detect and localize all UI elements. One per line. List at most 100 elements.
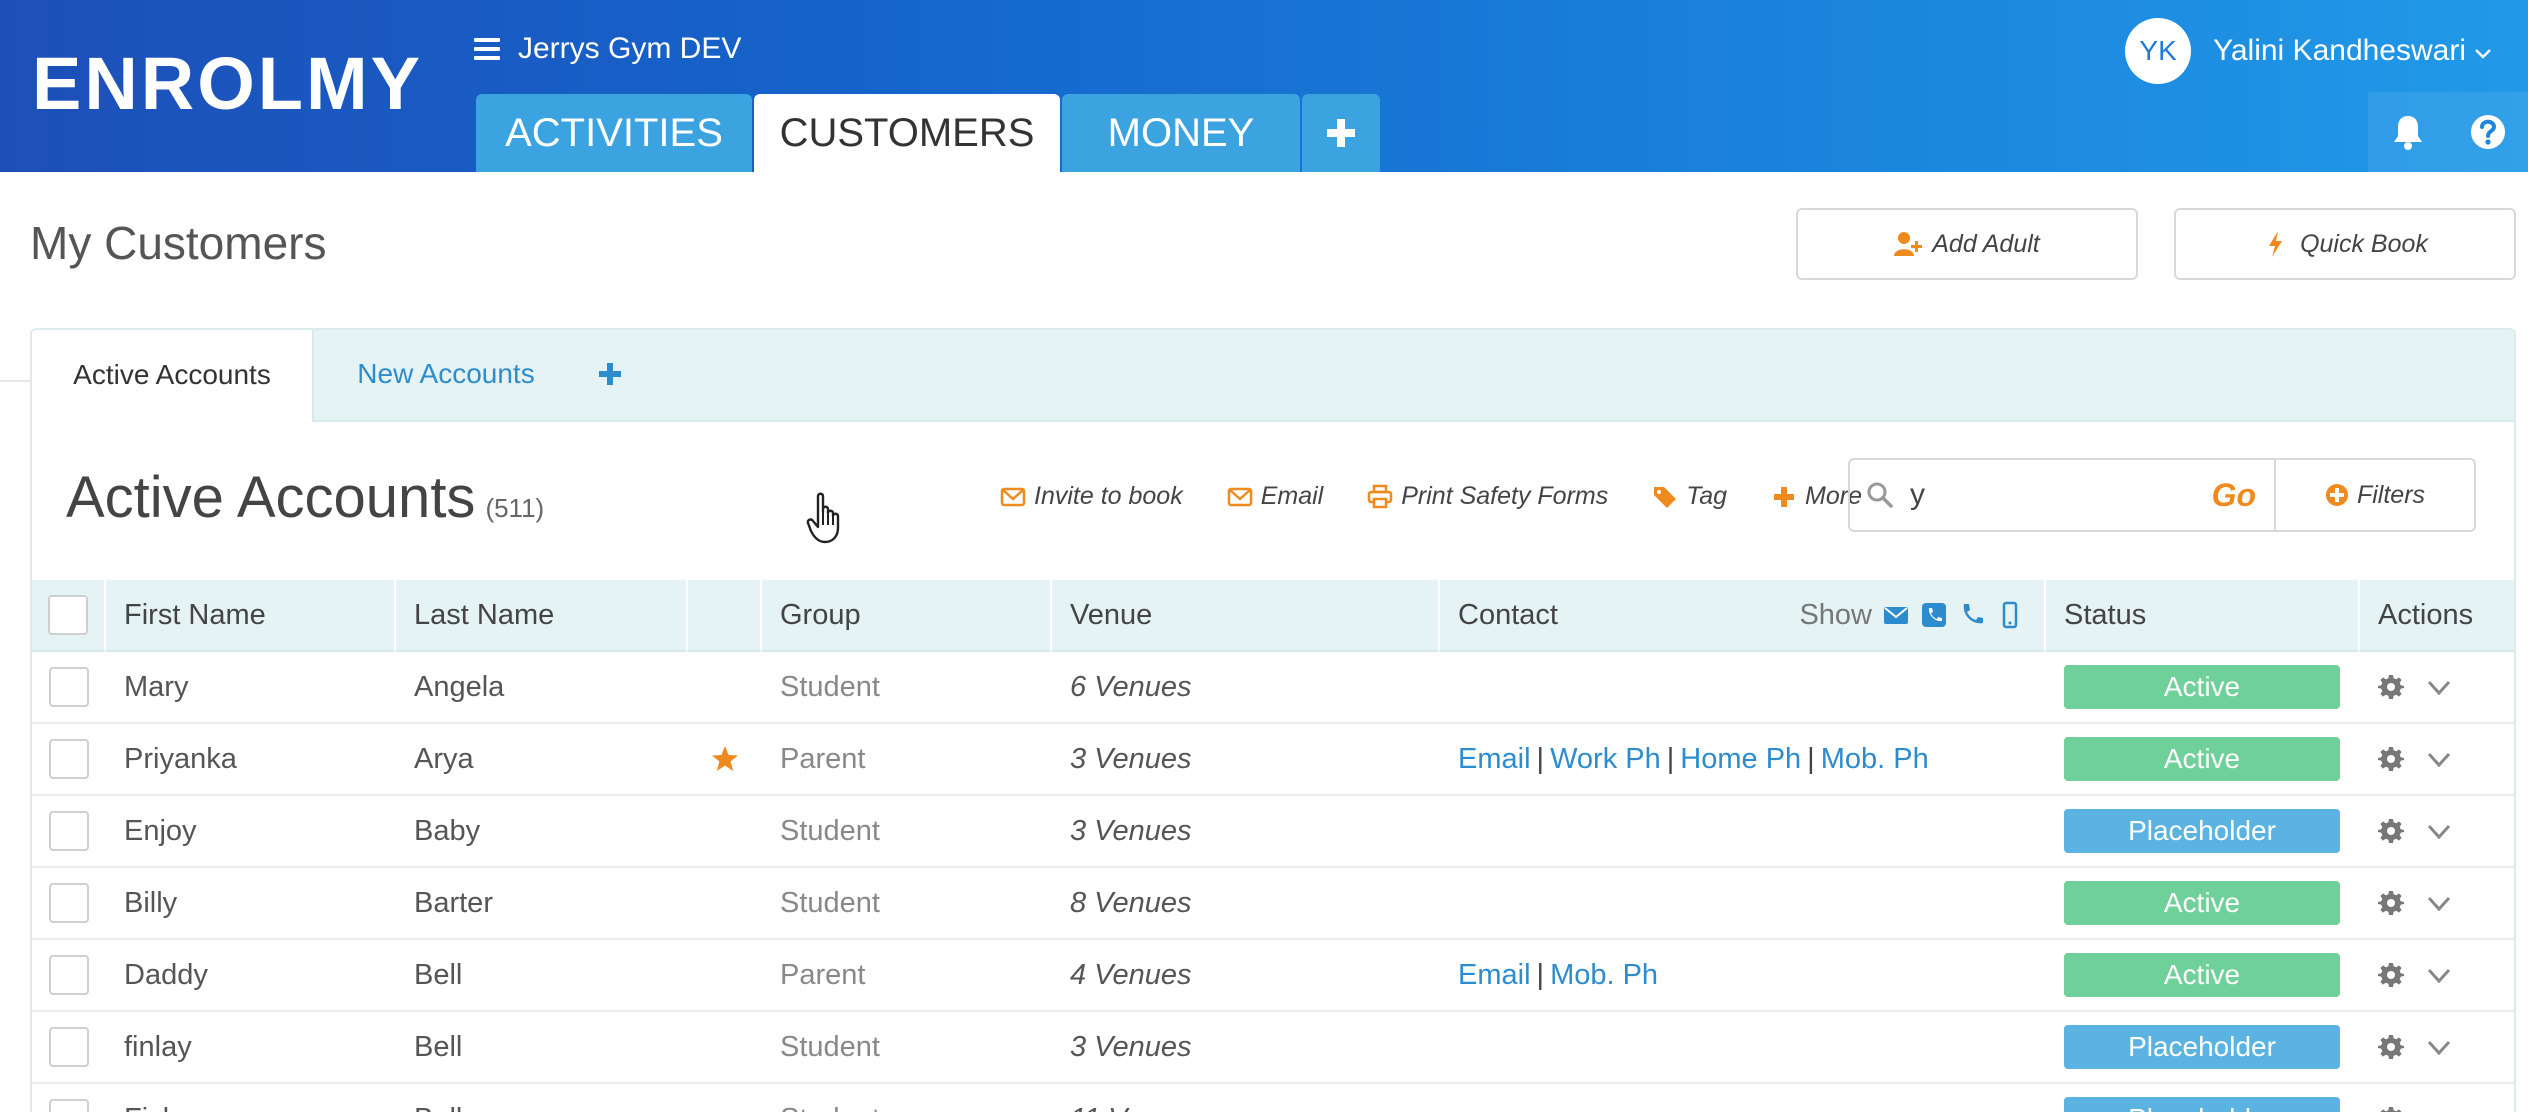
tab-new-accounts[interactable]: New Accounts xyxy=(314,330,578,420)
status-badge: Active xyxy=(2064,953,2340,997)
gear-icon[interactable] xyxy=(2378,818,2404,844)
chevron-down-icon[interactable] xyxy=(2426,962,2452,988)
venue-cell[interactable]: 4 Venues xyxy=(1052,939,1440,1011)
tab-active-accounts[interactable]: Active Accounts xyxy=(32,330,314,422)
gear-icon[interactable] xyxy=(2378,1034,2404,1060)
first-name-cell[interactable]: Priyanka xyxy=(106,723,396,795)
contact-show-toggles: Show xyxy=(1799,599,2044,632)
row-checkbox[interactable] xyxy=(49,883,89,923)
gear-icon[interactable] xyxy=(2378,962,2404,988)
row-checkbox[interactable] xyxy=(49,667,89,707)
contact-link[interactable]: Email xyxy=(1458,959,1531,992)
table-header: First Name Last Name Group Venue Contact… xyxy=(32,579,2514,652)
last-name-cell[interactable]: Arya xyxy=(396,723,688,795)
envelope-icon[interactable] xyxy=(1882,601,1910,629)
tab-customers[interactable]: CUSTOMERS xyxy=(754,94,1060,172)
org-selector[interactable]: Jerrys Gym DEV xyxy=(474,32,741,66)
add-adult-button[interactable]: Add Adult xyxy=(1796,208,2138,280)
last-name-cell[interactable]: Angela xyxy=(396,651,688,723)
gear-icon[interactable] xyxy=(2378,890,2404,916)
chevron-down-icon[interactable] xyxy=(2426,818,2452,844)
col-status[interactable]: Status xyxy=(2046,579,2360,651)
status-cell: Active xyxy=(2046,867,2360,939)
row-checkbox[interactable] xyxy=(49,955,89,995)
table-row[interactable]: finlay Bell Student 3 Venues Placeholder xyxy=(32,1011,2514,1084)
contact-link[interactable]: Mob. Ph xyxy=(1821,743,1929,776)
account-count: (511) xyxy=(485,493,545,523)
gear-icon[interactable] xyxy=(2378,674,2404,700)
first-name-cell[interactable]: Daddy xyxy=(106,939,396,1011)
phone-icon[interactable] xyxy=(1958,601,1986,629)
gear-icon[interactable] xyxy=(2378,746,2404,772)
table-row[interactable]: Enjoy Baby Student 3 Venues Placeholder xyxy=(32,795,2514,868)
invite-label: Invite to book xyxy=(1034,482,1183,510)
add-list-tab-button[interactable] xyxy=(578,330,642,420)
chevron-down-icon[interactable] xyxy=(2426,890,2452,916)
table-row[interactable]: FishyBell Student11 Venues Placeholder xyxy=(32,1083,2514,1112)
tab-money[interactable]: MONEY xyxy=(1062,94,1300,172)
tag-button[interactable]: Tag xyxy=(1652,482,1727,511)
chevron-down-icon[interactable] xyxy=(2426,746,2452,772)
add-adult-label: Add Adult xyxy=(1932,229,2040,258)
invite-to-book-button[interactable]: Invite to book xyxy=(1000,482,1183,511)
email-button[interactable]: Email xyxy=(1227,482,1323,511)
table-row[interactable]: Mary Angela Student 6 Venues Active xyxy=(32,651,2514,724)
table-row[interactable]: Priyanka Arya Parent 3 Venues Email | Work Ph |… xyxy=(32,723,2514,796)
star-icon[interactable] xyxy=(710,744,740,774)
first-name-cell[interactable]: Enjoy xyxy=(106,795,396,867)
table-row[interactable]: Billy Barter Student 8 Venues Active xyxy=(32,867,2514,940)
last-name-cell[interactable]: Bell xyxy=(396,939,688,1011)
contact-cell xyxy=(1440,795,2046,867)
print-safety-forms-button[interactable]: Print Safety Forms xyxy=(1367,482,1608,511)
chevron-down-icon[interactable] xyxy=(2426,674,2452,700)
first-name-cell[interactable]: Mary xyxy=(106,651,396,723)
quick-book-button[interactable]: Quick Book xyxy=(2174,208,2516,280)
contact-link[interactable]: Mob. Ph xyxy=(1550,959,1658,992)
chevron-down-icon[interactable] xyxy=(2426,1034,2452,1060)
filters-button[interactable]: Filters xyxy=(2274,458,2476,532)
contact-link[interactable]: Work Ph xyxy=(1550,743,1661,776)
enrolmy-logo[interactable]: ENROLMY xyxy=(32,47,423,121)
col-first-name[interactable]: First Name xyxy=(106,579,396,651)
table-row[interactable]: Daddy Bell Parent 4 Venues Email | Mob. Ph Acti… xyxy=(32,939,2514,1012)
venue-cell[interactable]: 6 Venues xyxy=(1052,651,1440,723)
col-group[interactable]: Group xyxy=(762,579,1052,651)
first-name-cell[interactable]: Fishy xyxy=(106,1083,396,1112)
user-menu[interactable]: YK Yalini Kandheswari xyxy=(2125,18,2492,84)
contact-link[interactable]: Email xyxy=(1458,743,1531,776)
last-name-cell[interactable]: Baby xyxy=(396,795,688,867)
notifications-button[interactable] xyxy=(2368,92,2448,172)
actions-cell xyxy=(2360,1011,2514,1083)
row-checkbox[interactable] xyxy=(49,1099,89,1112)
user-name-text: Yalini Kandheswari xyxy=(2213,34,2466,67)
last-name-cell[interactable]: Barter xyxy=(396,867,688,939)
col-last-name[interactable]: Last Name xyxy=(396,579,688,651)
chevron-down-icon[interactable] xyxy=(2426,1106,2452,1112)
help-button[interactable] xyxy=(2448,92,2528,172)
gear-icon[interactable] xyxy=(2378,1106,2404,1112)
hamburger-icon[interactable] xyxy=(474,38,500,60)
go-button[interactable]: Go xyxy=(2212,477,2256,514)
first-name-cell[interactable]: finlay xyxy=(106,1011,396,1083)
last-name-cell[interactable]: Bell xyxy=(396,1011,688,1083)
row-checkbox[interactable] xyxy=(49,739,89,779)
contact-link[interactable]: Home Ph xyxy=(1680,743,1801,776)
search-input[interactable] xyxy=(1910,478,2210,512)
venue-cell[interactable]: 3 Venues xyxy=(1052,723,1440,795)
venue-cell[interactable]: 8 Venues xyxy=(1052,867,1440,939)
venue-cell[interactable]: 3 Venues xyxy=(1052,1011,1440,1083)
venue-cell[interactable]: 3 Venues xyxy=(1052,795,1440,867)
col-venue[interactable]: Venue xyxy=(1052,579,1440,651)
add-tab-button[interactable] xyxy=(1302,94,1380,172)
mobile-icon[interactable] xyxy=(1996,601,2024,629)
phone-square-icon[interactable] xyxy=(1920,601,1948,629)
row-checkbox[interactable] xyxy=(49,811,89,851)
first-name-cell[interactable]: Billy xyxy=(106,867,396,939)
contact-separator: | xyxy=(1666,742,1675,775)
last-name-cell[interactable]: Bell xyxy=(396,1083,688,1112)
row-checkbox[interactable] xyxy=(49,1027,89,1067)
select-all-cell xyxy=(32,579,106,651)
venue-cell[interactable]: 11 Venues xyxy=(1052,1083,1440,1112)
tab-activities[interactable]: ACTIVITIES xyxy=(476,94,752,172)
select-all-checkbox[interactable] xyxy=(48,595,88,635)
